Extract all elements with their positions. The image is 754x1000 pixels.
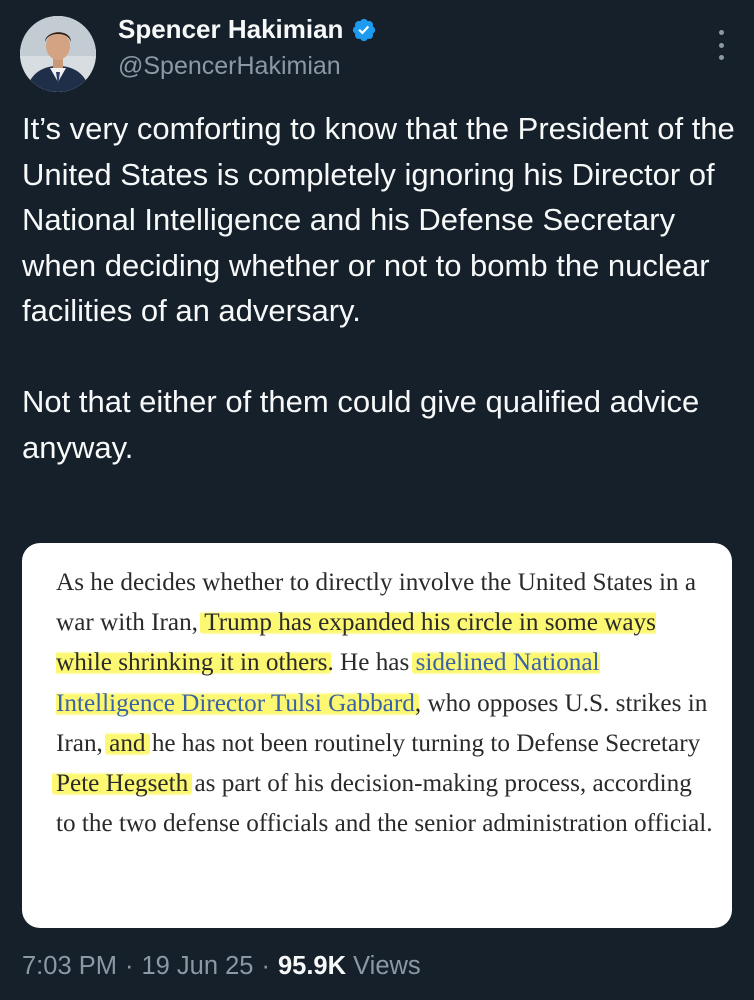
timestamp-time[interactable]: 7:03 PM: [22, 952, 117, 981]
quoted-article-text: As he decides whether to directly involv…: [52, 563, 716, 844]
meta-separator: ·: [261, 952, 270, 980]
avatar-photo: [20, 16, 96, 92]
tweet-text: It’s very comforting to know that the Pr…: [22, 111, 735, 465]
article-text: . He has: [327, 649, 416, 677]
highlighted-text: Pete Hegseth: [52, 770, 193, 798]
timestamp-date[interactable]: 19 Jun 25: [141, 952, 253, 981]
author-handle[interactable]: @SpencerHakimian: [118, 52, 341, 81]
tweet-header: Spencer Hakimian @SpencerHakimian: [20, 12, 734, 92]
highlighted-text: and: [105, 729, 150, 757]
views-label: Views: [353, 952, 421, 980]
screenshot-card[interactable]: As he decides whether to directly involv…: [22, 543, 732, 928]
meta-separator: ·: [124, 952, 134, 980]
name-row: Spencer Hakimian: [118, 14, 377, 45]
more-options-icon[interactable]: [716, 30, 726, 60]
avatar[interactable]: [20, 16, 96, 92]
author-name[interactable]: Spencer Hakimian: [118, 14, 343, 45]
verified-badge-icon: [351, 17, 377, 43]
article-text: he has not been routinely turning to Def…: [145, 729, 701, 757]
tweet-meta: 7:03 PM · 19 Jun 25 · 95.9K Views: [22, 952, 421, 981]
views-count: 95.9K: [277, 952, 347, 980]
tweet: Spencer Hakimian @SpencerHakimian It’s v…: [0, 0, 754, 1000]
